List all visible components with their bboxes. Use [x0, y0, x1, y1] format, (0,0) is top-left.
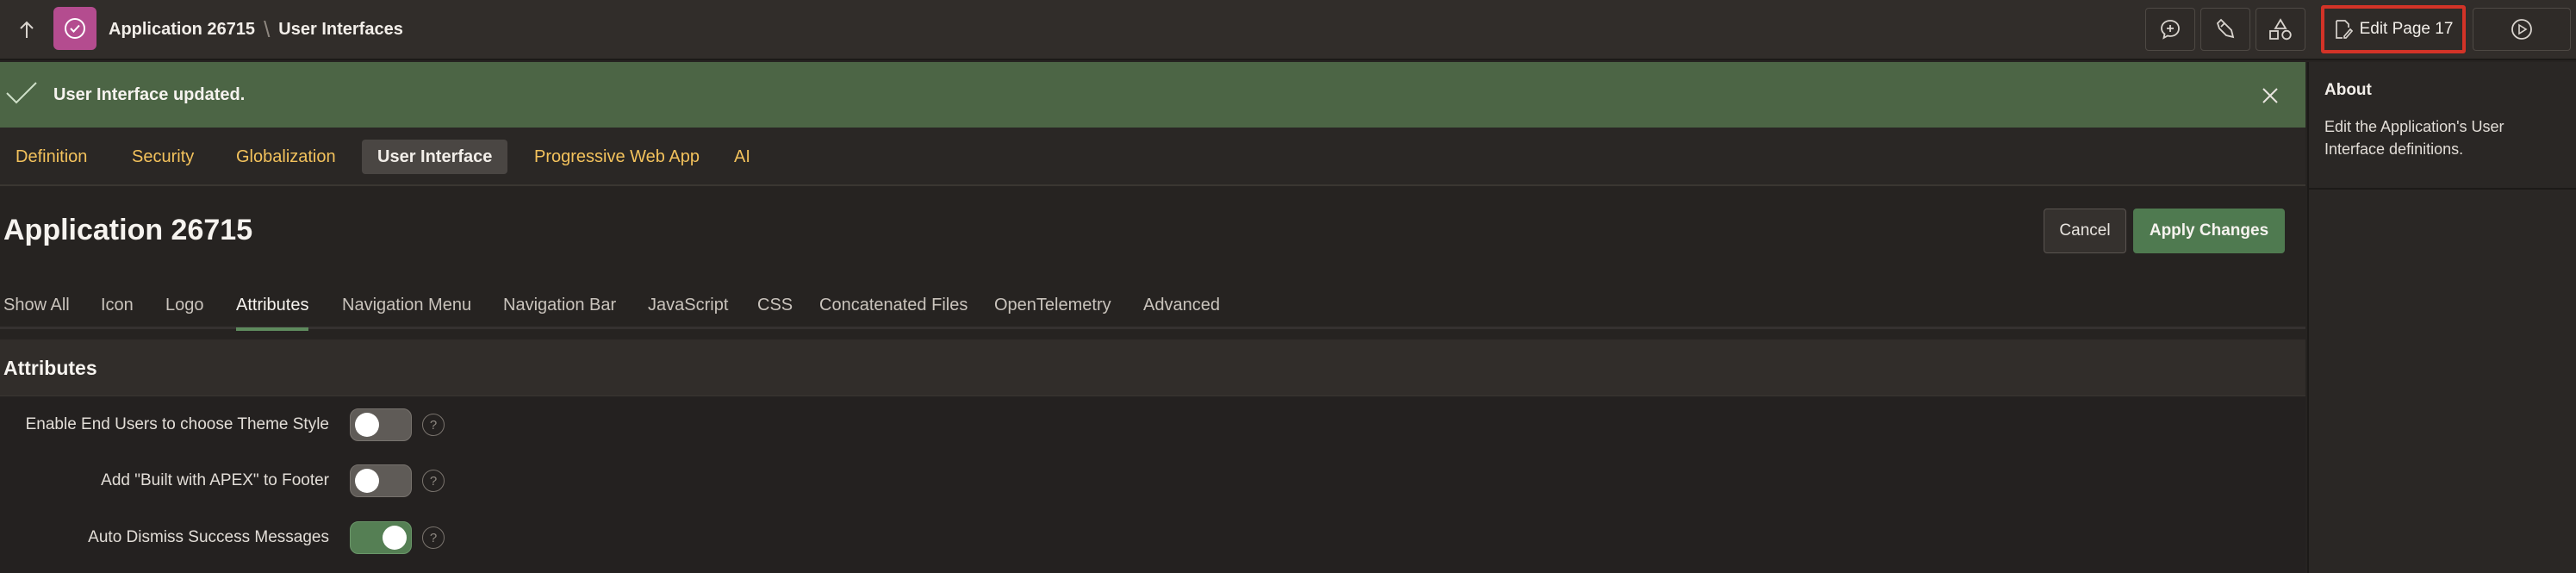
attribute-row-built-with-apex: Add "Built with APEX" to Footer ? [0, 459, 517, 502]
built-with-apex-toggle[interactable] [350, 464, 412, 497]
subtab-attributes[interactable]: Attributes [236, 288, 309, 331]
shared-components-button[interactable] [2256, 8, 2305, 51]
main-tabs: Definition Security Globalization User I… [0, 128, 2305, 186]
cancel-button[interactable]: Cancel [2044, 209, 2126, 253]
play-circle-icon [2511, 19, 2532, 40]
tab-globalization[interactable]: Globalization [221, 140, 352, 174]
subtab-navigation-menu[interactable]: Navigation Menu [342, 288, 471, 322]
toggle-knob [383, 526, 407, 550]
app-icon[interactable] [53, 7, 96, 50]
subtab-show-all[interactable]: Show All [3, 288, 70, 322]
subtab-navigation-bar[interactable]: Navigation Bar [503, 288, 616, 322]
edit-page-button[interactable]: Edit Page 17 [2321, 5, 2466, 53]
attribute-label: Enable End Users to choose Theme Style [25, 415, 329, 433]
breadcrumb-app-link[interactable]: Application 26715 [109, 20, 255, 40]
help-icon[interactable]: ? [422, 414, 445, 436]
subtab-advanced[interactable]: Advanced [1143, 288, 1220, 322]
attributes-heading: Attributes [3, 356, 97, 379]
app-root: Application 26715 \ User Interfaces Edit… [0, 0, 2576, 573]
attribute-row-auto-dismiss: Auto Dismiss Success Messages ? [0, 516, 517, 559]
success-message-text: User Interface updated. [53, 84, 246, 104]
theme-style-toggle[interactable] [350, 408, 412, 441]
edit-page-icon [2335, 20, 2353, 39]
run-page-button[interactable] [2473, 8, 2571, 51]
apply-changes-button[interactable]: Apply Changes [2133, 209, 2285, 253]
wrench-icon [2216, 18, 2235, 39]
sub-tabs: Show All Icon Logo Attributes Navigation… [0, 276, 2305, 331]
subtab-concatenated-files[interactable]: Concatenated Files [819, 288, 968, 322]
comment-button[interactable] [2145, 8, 2195, 51]
close-icon[interactable] [2256, 81, 2285, 110]
tab-user-interface[interactable]: User Interface [362, 140, 508, 174]
about-section: About Edit the Application's User Interf… [2309, 62, 2576, 190]
toggle-knob [355, 413, 379, 437]
top-header: Application 26715 \ User Interfaces Edit… [0, 0, 2576, 60]
tab-definition[interactable]: Definition [0, 140, 103, 174]
attribute-row-theme-style: Enable End Users to choose Theme Style ? [0, 403, 517, 446]
attributes-region-body: Enable End Users to choose Theme Style ?… [0, 396, 2305, 573]
edit-page-label: Edit Page 17 [2359, 20, 2454, 38]
title-region: Application 26715 Cancel Apply Changes [0, 188, 2305, 257]
attributes-region-header: Attributes [0, 339, 2305, 396]
about-title: About [2324, 81, 2372, 99]
help-icon[interactable]: ? [422, 470, 445, 492]
comment-add-icon [2161, 20, 2180, 40]
developer-tools-button[interactable] [2200, 8, 2250, 51]
subtab-javascript[interactable]: JavaScript [648, 288, 728, 322]
success-message: User Interface updated. [0, 62, 2305, 128]
toggle-knob [355, 469, 379, 493]
subtab-opentelemetry[interactable]: OpenTelemetry [994, 288, 1111, 322]
subtab-css[interactable]: CSS [757, 288, 793, 322]
tab-progressive-web-app[interactable]: Progressive Web App [519, 140, 715, 174]
arrow-up-icon[interactable] [9, 12, 45, 48]
attribute-label: Auto Dismiss Success Messages [88, 528, 329, 546]
shapes-icon [2269, 18, 2292, 40]
help-icon[interactable]: ? [422, 526, 445, 549]
tab-security[interactable]: Security [116, 140, 209, 174]
subtab-logo[interactable]: Logo [165, 288, 204, 322]
breadcrumb-separator: \ [264, 16, 271, 42]
tab-ai[interactable]: AI [719, 140, 766, 174]
breadcrumb: Application 26715 \ User Interfaces [109, 0, 403, 59]
attribute-label: Add "Built with APEX" to Footer [101, 471, 329, 489]
about-panel: About Edit the Application's User Interf… [2307, 62, 2576, 573]
subtab-icon[interactable]: Icon [101, 288, 134, 322]
auto-dismiss-toggle[interactable] [350, 521, 412, 554]
checkmark-icon [5, 81, 38, 109]
check-circle-icon [65, 18, 85, 39]
about-text: Edit the Application's User Interface de… [2324, 118, 2504, 158]
breadcrumb-current: User Interfaces [278, 19, 403, 39]
page-title: Application 26715 [3, 214, 253, 246]
